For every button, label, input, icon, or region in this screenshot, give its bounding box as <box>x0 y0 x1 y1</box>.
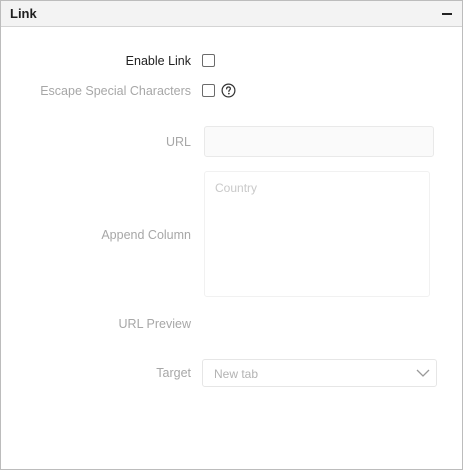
collapse-button[interactable] <box>439 6 455 22</box>
target-select[interactable]: New tab <box>202 359 437 387</box>
link-panel: Link Enable Link Escape Special Characte… <box>0 0 463 470</box>
chevron-down-icon <box>416 369 430 377</box>
url-input[interactable] <box>204 126 434 157</box>
append-column-label: Append Column <box>101 228 191 242</box>
panel-title: Link <box>10 6 37 21</box>
enable-link-label: Enable Link <box>125 54 191 68</box>
minus-icon <box>442 13 452 15</box>
url-preview-label: URL Preview <box>118 317 191 331</box>
escape-special-checkbox[interactable] <box>202 84 215 97</box>
append-column-placeholder: Country <box>215 181 258 195</box>
target-label: Target <box>156 366 191 380</box>
question-circle-icon[interactable] <box>221 83 236 98</box>
url-label: URL <box>165 135 191 149</box>
target-selected-value: New tab <box>214 367 259 381</box>
panel-header: Link <box>1 1 462 27</box>
append-column-field[interactable]: Country <box>204 171 430 297</box>
enable-link-checkbox[interactable] <box>202 54 215 67</box>
escape-special-label: Escape Special Characters <box>40 84 191 98</box>
